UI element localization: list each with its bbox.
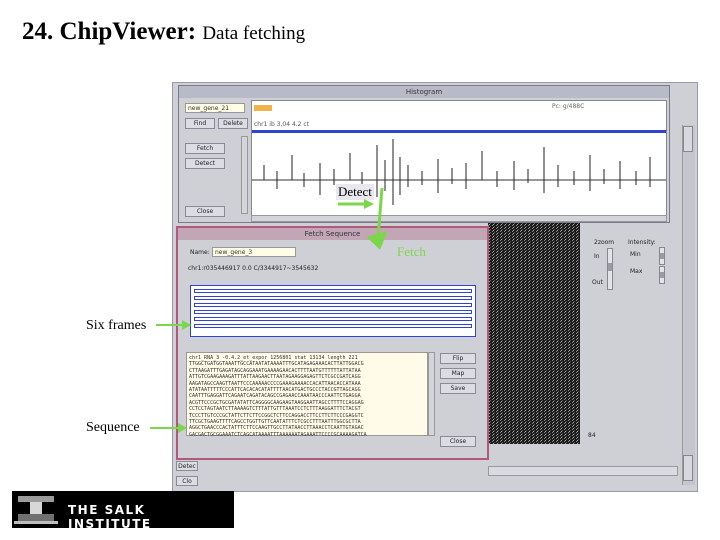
sequence-text: chr1_RNA_3 -0.4.2_et_expor 1256801 stat … — [189, 355, 367, 438]
intensity-min-label: Min — [630, 251, 641, 258]
sequence-arrow-icon — [150, 423, 187, 433]
frame-1 — [194, 289, 472, 293]
map-button[interactable]: Map — [440, 368, 476, 379]
salk-logo-text: THE SALK INSTITUTE — [68, 503, 152, 531]
find-button[interactable]: Find — [185, 118, 215, 129]
slide-title: 24. ChipViewer: Data fetching — [22, 18, 305, 46]
detect-button[interactable]: Detect — [185, 158, 225, 169]
six-frames-annotation: Six frames — [86, 318, 147, 333]
save-button[interactable]: Save — [440, 383, 476, 394]
zoom-label: 2zoom — [594, 239, 615, 246]
frame-5 — [194, 317, 472, 321]
fetch-close-button[interactable]: Close — [440, 436, 476, 447]
coords-text: chr1:r035446917 0.0 C/3344917~3545632 — [188, 265, 319, 272]
zoom-in-label: In — [594, 253, 600, 260]
name-field[interactable]: new_gene_3 — [212, 247, 296, 257]
slide-title-main: 24. ChipViewer: — [22, 18, 197, 45]
salk-logo-mark — [12, 491, 62, 528]
intensity-max-slider[interactable] — [659, 266, 665, 284]
name-label: Name: — [190, 249, 210, 256]
histogram-bottom-scrollbar[interactable] — [251, 215, 667, 222]
histogram-close-button[interactable]: Close — [185, 206, 225, 217]
histogram-signal — [252, 139, 666, 205]
backdrop-scroll-down[interactable] — [683, 455, 693, 481]
sequence-scrollbar[interactable] — [428, 352, 435, 436]
histogram-window: Histogram new_gene_21 Find Delete Fetch … — [178, 85, 670, 223]
bottom-status-bar — [488, 466, 678, 476]
bottom-close-button[interactable]: Clo — [176, 476, 198, 486]
fetch-arrow-icon — [366, 187, 388, 250]
sequence-annotation: Sequence — [86, 420, 140, 435]
six-frames-arrow-icon — [156, 320, 191, 330]
gene-name-field[interactable]: new_gene_21 — [185, 103, 245, 113]
frame-4 — [194, 310, 472, 314]
fetch-button[interactable]: Fetch — [185, 143, 225, 154]
frame-3 — [194, 303, 472, 307]
intensity-label: Intensity: — [628, 239, 656, 246]
side-bottom-text: 84 — [588, 432, 596, 439]
salk-logo: THE SALK INSTITUTE — [12, 491, 234, 531]
chip-image-texture — [488, 222, 580, 444]
intensity-min-slider[interactable] — [659, 247, 665, 265]
histogram-titlebar: Histogram — [179, 86, 669, 98]
slide-subtitle: Data fetching — [202, 23, 306, 44]
side-control-panel: 2zoom Intensity: In Out Min Max 84 — [582, 222, 678, 444]
backdrop-scroll-up[interactable] — [683, 126, 693, 152]
sequence-panel[interactable]: chr1_RNA_3 -0.4.2_et_expor 1256801 stat … — [186, 352, 428, 438]
six-frames-panel — [190, 285, 476, 337]
plot-marker-orange — [254, 105, 272, 111]
bottom-detect-button[interactable]: Detec — [176, 461, 198, 471]
frame-2 — [194, 296, 472, 300]
zoom-slider[interactable] — [607, 248, 613, 290]
fetch-annotation: Fetch — [397, 244, 426, 259]
zoom-out-label: Out — [592, 279, 603, 286]
backdrop-scrollbar[interactable] — [682, 125, 695, 485]
chip-image-panel[interactable] — [488, 222, 580, 444]
frame-6 — [194, 324, 472, 328]
delete-button[interactable]: Delete — [218, 118, 248, 129]
plot-right-text: Pc: g/488C — [552, 103, 585, 110]
plot-position-text: chr1 ib 3,04 4.2 ct — [254, 121, 310, 128]
histogram-plot[interactable]: chr1 ib 3,04 4.2 ct Pc: g/488C — [251, 100, 667, 218]
flip-button[interactable]: Flip — [440, 353, 476, 364]
intensity-max-label: Max — [630, 268, 643, 275]
plot-position-bar — [252, 130, 666, 133]
fetch-sequence-window: Fetch Sequence Name: new_gene_3 chr1:r03… — [176, 226, 489, 460]
histogram-left-scrollbar[interactable] — [241, 136, 248, 214]
fetch-titlebar: Fetch Sequence — [178, 228, 487, 240]
